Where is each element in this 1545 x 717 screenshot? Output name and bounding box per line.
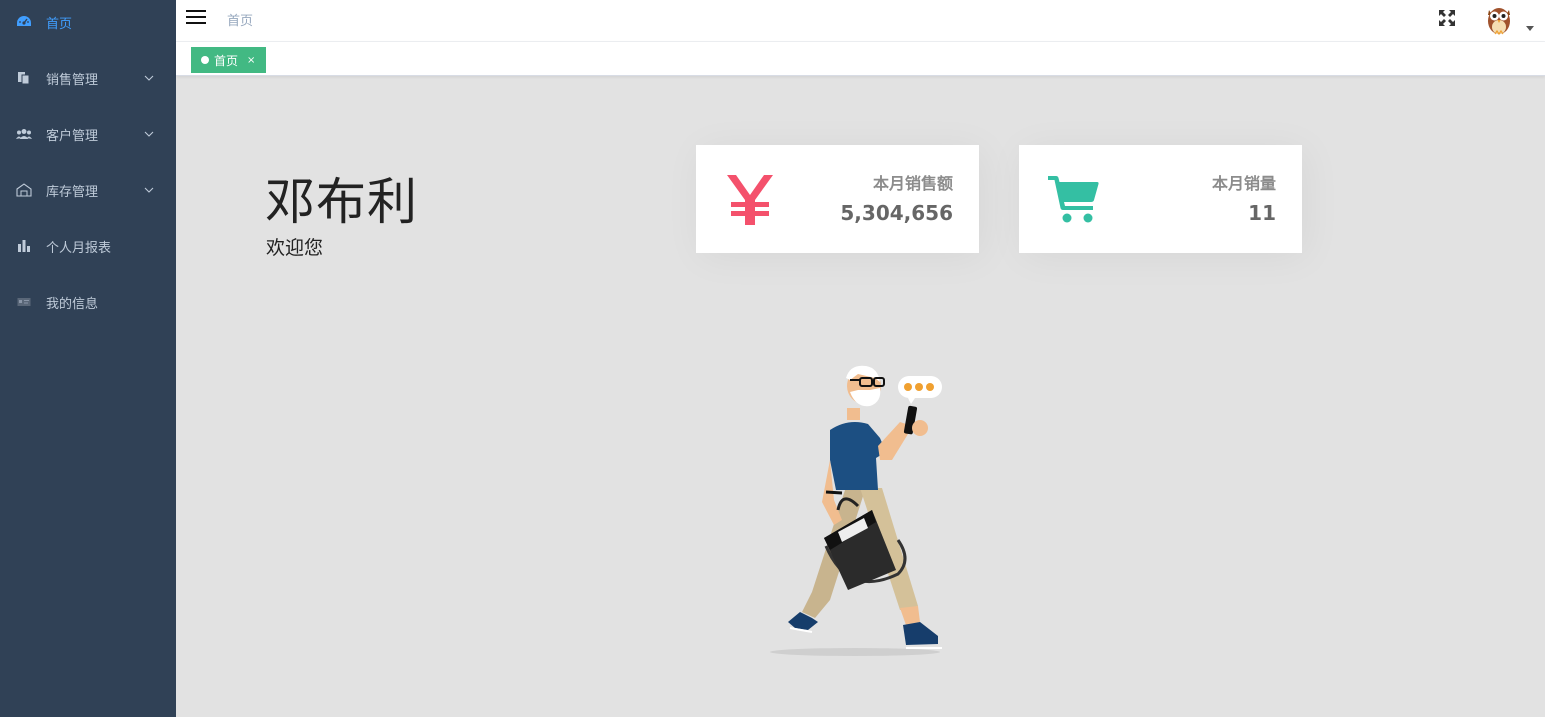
chevron-down-icon — [144, 187, 154, 193]
monthly-sales-volume-card[interactable]: 本月销量 11 — [1019, 145, 1302, 253]
monthly-sales-amount-card[interactable]: 本月销售额 5,304,656 — [696, 145, 979, 253]
card-value: 11 — [1248, 201, 1276, 225]
id-card-icon — [16, 294, 32, 310]
warehouse-icon — [16, 182, 32, 198]
sidebar-item-home[interactable]: 首页 — [0, 0, 176, 50]
bar-chart-icon — [16, 238, 32, 254]
documents-icon — [16, 70, 32, 86]
welcome-text: 欢迎您 — [266, 237, 324, 259]
active-dot-icon — [201, 56, 209, 64]
shopping-cart-icon — [1048, 176, 1099, 223]
breadcrumb[interactable]: 首页 — [227, 10, 253, 29]
sidebar: 首页 销售管理 客户管理 库存管理 个人月报表 我的信息 — [0, 0, 176, 717]
sidebar-item-label: 库存管理 — [46, 184, 99, 200]
card-title: 本月销售额 — [872, 174, 953, 193]
sidebar-item-label: 个人月报表 — [46, 240, 112, 256]
walking-man-illustration — [770, 365, 942, 656]
navbar: 首页 — [176, 0, 1545, 42]
tag-home[interactable]: 首页 × — [191, 47, 266, 73]
sidebar-item-monthly-report[interactable]: 个人月报表 — [0, 218, 176, 274]
close-icon[interactable]: × — [247, 55, 255, 66]
hamburger-menu-icon[interactable] — [186, 8, 206, 26]
dashboard-icon — [16, 14, 32, 30]
avatar[interactable] — [1481, 1, 1517, 37]
chevron-down-icon — [144, 75, 154, 81]
sidebar-item-customers[interactable]: 客户管理 — [0, 106, 176, 162]
sidebar-item-label: 销售管理 — [46, 72, 99, 88]
sidebar-item-inventory[interactable]: 库存管理 — [0, 162, 176, 218]
sidebar-item-my-info[interactable]: 我的信息 — [0, 274, 176, 330]
card-value: 5,304,656 — [840, 201, 953, 225]
caret-down-icon[interactable] — [1526, 26, 1534, 31]
fullscreen-icon[interactable] — [1437, 8, 1457, 28]
sidebar-item-sales[interactable]: 销售管理 — [0, 50, 176, 106]
user-name: 邓布利 — [265, 173, 418, 231]
sidebar-item-label: 客户管理 — [46, 128, 99, 144]
yen-icon — [727, 175, 773, 225]
sidebar-item-label: 首页 — [46, 16, 73, 32]
people-icon — [16, 126, 32, 142]
sidebar-item-label: 我的信息 — [46, 296, 99, 312]
card-title: 本月销量 — [1211, 174, 1276, 193]
tags-view: 首页 × — [176, 42, 1545, 76]
chevron-down-icon — [144, 131, 154, 137]
tag-label: 首页 — [214, 53, 239, 68]
